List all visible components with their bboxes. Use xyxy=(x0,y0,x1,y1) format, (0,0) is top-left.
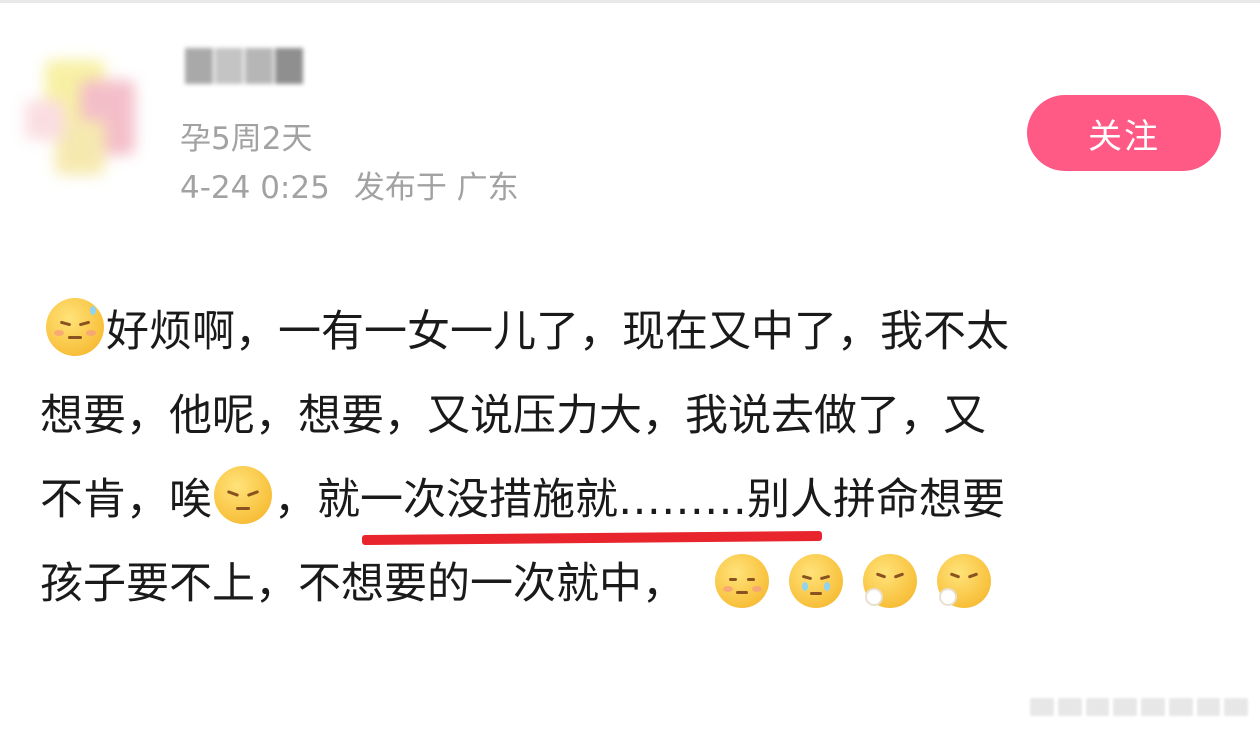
content-line-4: 孩子要不上，不想要的一次就中， xyxy=(40,542,1230,626)
content-line-2: 想要，他呢，想要，又说压力大，我说去做了，又 xyxy=(40,391,986,441)
post-meta: 4-24 0:25 发布于 广东 xyxy=(180,168,519,208)
tearful-face-emoji-icon xyxy=(789,554,843,608)
crying-face-emoji-icon xyxy=(715,554,769,608)
content-line-3: 不肯，唉 ，就一次没措施就………别人拼命想要 xyxy=(40,458,1230,542)
post-location: 发布于 广东 xyxy=(353,170,519,206)
content-text-4: 孩子要不上，不想要的一次就中， xyxy=(40,559,685,609)
follow-button[interactable]: 关注 xyxy=(1027,95,1221,171)
post-content: 好烦啊，一有一女一儿了，现在又中了，我不太 想要，他呢，想要，又说压力大，我说去… xyxy=(40,290,1230,626)
username-blurred[interactable] xyxy=(185,48,303,84)
top-divider xyxy=(0,0,1260,3)
pensive-face-emoji-icon xyxy=(214,466,272,524)
sighing-face-emoji-icon xyxy=(863,554,917,608)
content-text-3b: ，就一次没措施就………别人拼命想要 xyxy=(274,475,1005,525)
watermark xyxy=(1030,696,1248,718)
content-text-3a: 不肯，唉 xyxy=(40,475,212,525)
content-text-1: 好烦啊，一有一女一儿了，现在又中了，我不太 xyxy=(106,307,1009,357)
sweat-sad-emoji-icon xyxy=(46,298,104,356)
avatar[interactable] xyxy=(10,20,180,190)
post-time: 4-24 0:25 xyxy=(180,170,330,206)
content-line-1: 好烦啊，一有一女一儿了，现在又中了，我不太 xyxy=(40,290,1230,374)
pregnancy-status: 孕5周2天 xyxy=(180,121,313,157)
sighing-face-emoji-icon xyxy=(937,554,991,608)
